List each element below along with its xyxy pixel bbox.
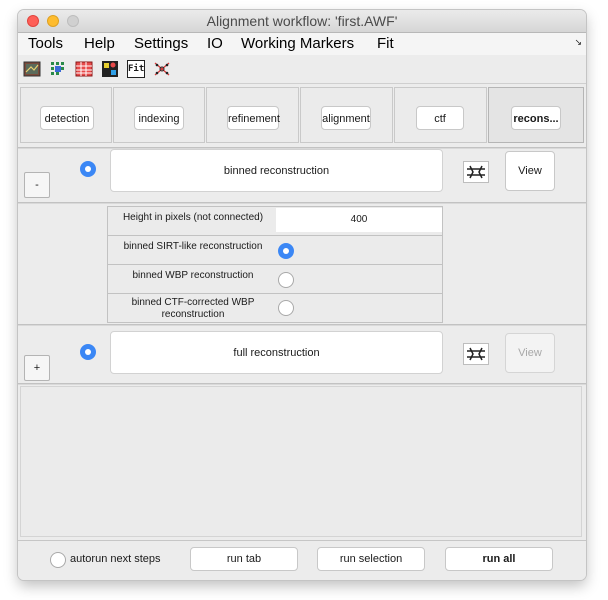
tab-ctf[interactable]: ctf bbox=[416, 106, 464, 130]
menu-bar: Tools Help Settings IO Working Markers F… bbox=[18, 33, 586, 55]
tab-detection[interactable]: detection bbox=[40, 106, 94, 130]
marker-grid-icon[interactable] bbox=[49, 60, 67, 78]
wbp-row: binned WBP reconstruction bbox=[108, 265, 442, 294]
ctf-wbp-row: binned CTF-corrected WBP reconstruction bbox=[108, 294, 442, 322]
app-window: Alignment workflow: 'first.AWF' Tools He… bbox=[18, 10, 586, 580]
table-icon[interactable] bbox=[75, 60, 93, 78]
scatter-fit-icon[interactable] bbox=[153, 60, 171, 78]
run-all-button[interactable]: run all bbox=[445, 547, 553, 571]
tab-reconstruction[interactable]: recons... bbox=[511, 106, 561, 130]
expand-full-button[interactable]: + bbox=[24, 355, 50, 381]
window-title: Alignment workflow: 'first.AWF' bbox=[206, 13, 398, 29]
menu-io[interactable]: IO bbox=[207, 34, 223, 54]
sirt-radio[interactable] bbox=[278, 243, 294, 259]
tab-alignment[interactable]: alignment bbox=[321, 106, 371, 130]
full-view-button[interactable]: View bbox=[505, 333, 555, 373]
run-tab-button[interactable]: run tab bbox=[190, 547, 298, 571]
binned-reconstruction-radio[interactable] bbox=[80, 161, 96, 177]
binned-reconstruction-panel: - binned reconstruction View bbox=[18, 149, 586, 202]
full-reconstruction-radio[interactable] bbox=[80, 344, 96, 360]
full-divider bbox=[18, 383, 586, 385]
fit-icon[interactable]: Fit bbox=[127, 60, 145, 78]
sirt-row: binned SIRT-like reconstruction bbox=[108, 236, 442, 265]
menu-tools[interactable]: Tools bbox=[28, 34, 63, 54]
binned-settings-icon[interactable] bbox=[463, 161, 489, 183]
tab-cell-alignment: alignment bbox=[300, 87, 393, 143]
sirt-label: binned SIRT-like reconstruction bbox=[123, 241, 263, 252]
tab-cell-refinement: refinement bbox=[206, 87, 299, 143]
tab-cell-ctf: ctf bbox=[394, 87, 487, 143]
menu-working-markers[interactable]: Working Markers bbox=[241, 34, 354, 54]
tab-indexing[interactable]: indexing bbox=[134, 106, 184, 130]
workflow-tabs: detection indexing refinement alignment … bbox=[18, 84, 586, 146]
image-view-icon[interactable] bbox=[23, 60, 41, 78]
wbp-radio[interactable] bbox=[278, 272, 294, 288]
tab-cell-indexing: indexing bbox=[113, 87, 205, 143]
autorun-radio[interactable] bbox=[50, 552, 66, 568]
binned-reconstruction-button[interactable]: binned reconstruction bbox=[110, 149, 443, 192]
collapse-binned-button[interactable]: - bbox=[24, 172, 50, 198]
height-label: Height in pixels (not connected) bbox=[122, 212, 264, 223]
ctf-wbp-label: binned CTF-corrected WBP reconstruction bbox=[131, 297, 255, 320]
wbp-label: binned WBP reconstruction bbox=[132, 270, 254, 281]
full-settings-icon[interactable] bbox=[463, 343, 489, 365]
menu-overflow-arrow-icon[interactable]: ↘ bbox=[574, 37, 582, 48]
bottom-bar: autorun next steps run tab run selection… bbox=[18, 540, 586, 580]
marker-overlay-icon[interactable] bbox=[101, 60, 119, 78]
height-row: Height in pixels (not connected) 400 bbox=[108, 207, 442, 236]
toolbar: Fit bbox=[18, 55, 586, 84]
binned-settings-table: Height in pixels (not connected) 400 bin… bbox=[107, 206, 443, 323]
tab-cell-reconstruction: recons... bbox=[488, 87, 584, 143]
menu-help[interactable]: Help bbox=[84, 34, 115, 54]
content-area bbox=[20, 386, 582, 537]
run-selection-button[interactable]: run selection bbox=[317, 547, 425, 571]
full-reconstruction-button[interactable]: full reconstruction bbox=[110, 331, 443, 374]
full-reconstruction-panel: + full reconstruction View bbox=[18, 326, 586, 383]
tab-cell-detection: detection bbox=[20, 87, 112, 143]
title-bar: Alignment workflow: 'first.AWF' bbox=[18, 10, 586, 33]
menu-settings[interactable]: Settings bbox=[134, 34, 188, 54]
menu-fit[interactable]: Fit bbox=[377, 34, 394, 54]
autorun-label: autorun next steps bbox=[70, 553, 161, 565]
tab-refinement[interactable]: refinement bbox=[227, 106, 280, 130]
binned-view-button[interactable]: View bbox=[505, 151, 555, 191]
height-input[interactable]: 400 bbox=[276, 208, 442, 232]
binned-divider bbox=[18, 202, 586, 204]
ctf-wbp-radio[interactable] bbox=[278, 300, 294, 316]
